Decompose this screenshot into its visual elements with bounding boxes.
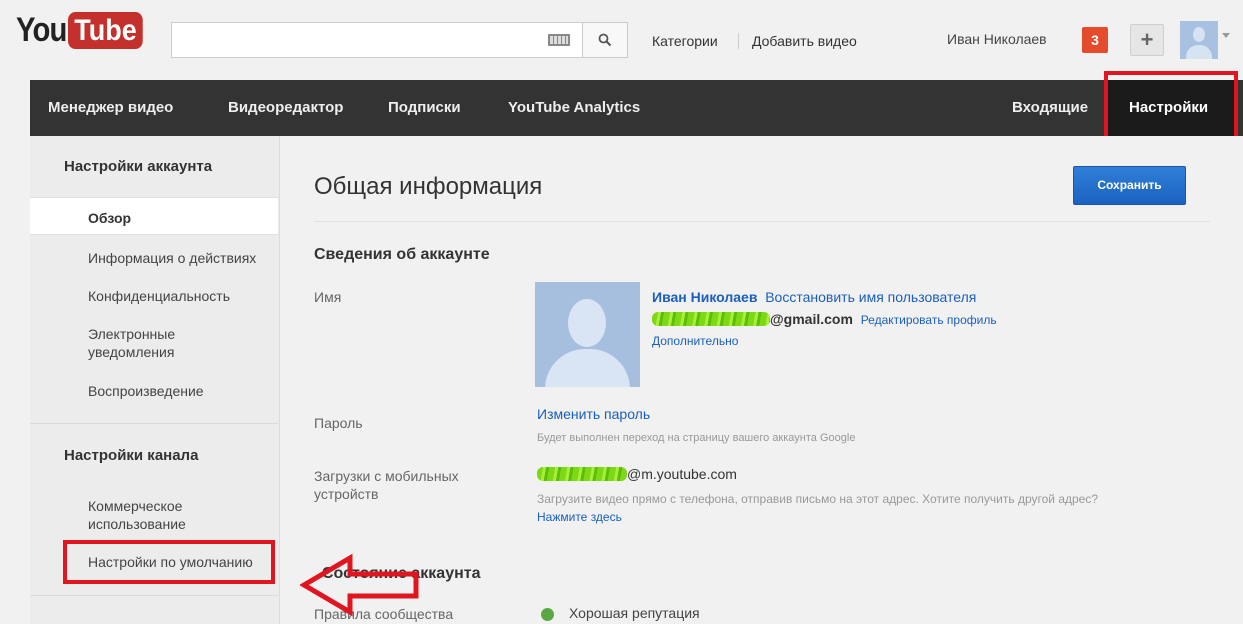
youtube-logo[interactable]: You Tube [16,12,151,49]
notifications-badge[interactable]: 3 [1082,27,1108,53]
username[interactable]: Иван Николаев [947,31,1047,47]
sidebar-item-email-notifications[interactable]: Электронные уведомления [88,325,238,361]
nav-subscriptions[interactable]: Подписки [388,80,461,136]
sidebar-active-bg [30,197,278,235]
sidebar-item-overview[interactable]: Обзор [88,209,131,227]
sidebar-divider [30,423,278,424]
edit-profile-link[interactable]: Редактировать профиль [861,313,997,327]
sidebar-item-commercial[interactable]: Коммерческое использование [88,497,238,533]
header-separator [738,33,739,49]
mobile-hint: Загрузите видео прямо с телефона, отправ… [537,492,1099,506]
sidebar-account-header: Настройки аккаунта [64,158,213,175]
profile-avatar[interactable] [535,282,640,387]
logo-tube: Tube [68,12,144,49]
more-link[interactable]: Дополнительно [652,334,738,348]
annotation-arrow-icon [300,553,419,617]
redacted-scribble [652,312,770,326]
avatar-body [1186,45,1212,59]
annotation-box-settings [1104,71,1238,141]
page-title: Общая информация [314,173,543,200]
password-label: Пароль [314,415,363,431]
status-dot-icon [541,608,554,621]
title-divider [314,221,1210,222]
sidebar-item-privacy[interactable]: Конфиденциальность [88,287,230,305]
display-name-link[interactable]: Иван Николаев [652,289,757,305]
mobile-uploads-label: Загрузки с мобильных устройств [314,468,459,502]
email-value: @gmail.com [770,311,853,327]
profile-avatar-body [545,349,630,387]
redacted-scribble-mobile [537,467,627,481]
save-button[interactable]: Сохранить [1073,166,1186,205]
annotation-box-defaults [63,540,275,584]
avatar-head [1193,27,1205,42]
change-password-link[interactable]: Изменить пароль [537,406,650,422]
restore-username-link[interactable]: Восстановить имя пользователя [765,289,976,305]
logo-you: You [16,11,67,49]
search-button[interactable] [582,22,628,58]
nav-bar: Менеджер видео Видеоредактор Подписки Yo… [30,80,1243,136]
upload-link[interactable]: Добавить видео [752,33,857,49]
nav-video-editor[interactable]: Видеоредактор [228,80,343,136]
profile-avatar-head [568,299,606,347]
search-icon [598,33,612,47]
password-hint: Будет выполнен переход на страницу вашег… [537,432,856,444]
name-label: Имя [314,289,342,305]
sidebar-divider-bottom [30,595,278,596]
page: You Tube Категории Добавить видео Иван Н… [0,0,1243,624]
sidebar-item-activity[interactable]: Информация о действиях [88,249,256,267]
account-section-title: Сведения об аккаунте [314,246,490,263]
sidebar-channel-header: Настройки канала [64,447,199,464]
nav-inbox[interactable]: Входящие [1012,80,1088,136]
search-input[interactable] [171,22,536,58]
keyboard-button[interactable] [536,22,582,58]
categories-link[interactable]: Категории [652,33,718,49]
nav-video-manager[interactable]: Менеджер видео [48,80,173,136]
add-button[interactable]: + [1130,24,1164,56]
reputation-status: Хорошая репутация [569,605,700,621]
name-line: Иван Николаев Восстановить имя пользоват… [652,289,976,305]
avatar[interactable] [1180,21,1218,59]
click-here-link[interactable]: Нажмите здесь [537,510,622,524]
nav-analytics[interactable]: YouTube Analytics [508,80,640,136]
main-panel [281,136,1243,624]
sidebar-item-playback[interactable]: Воспроизведение [88,382,204,400]
chevron-down-icon[interactable] [1222,33,1230,38]
email-line: @gmail.com Редактировать профиль [652,311,997,327]
mobile-email-line: @m.youtube.com [537,466,737,482]
keyboard-icon [548,34,570,46]
mobile-email-value: @m.youtube.com [627,466,737,482]
